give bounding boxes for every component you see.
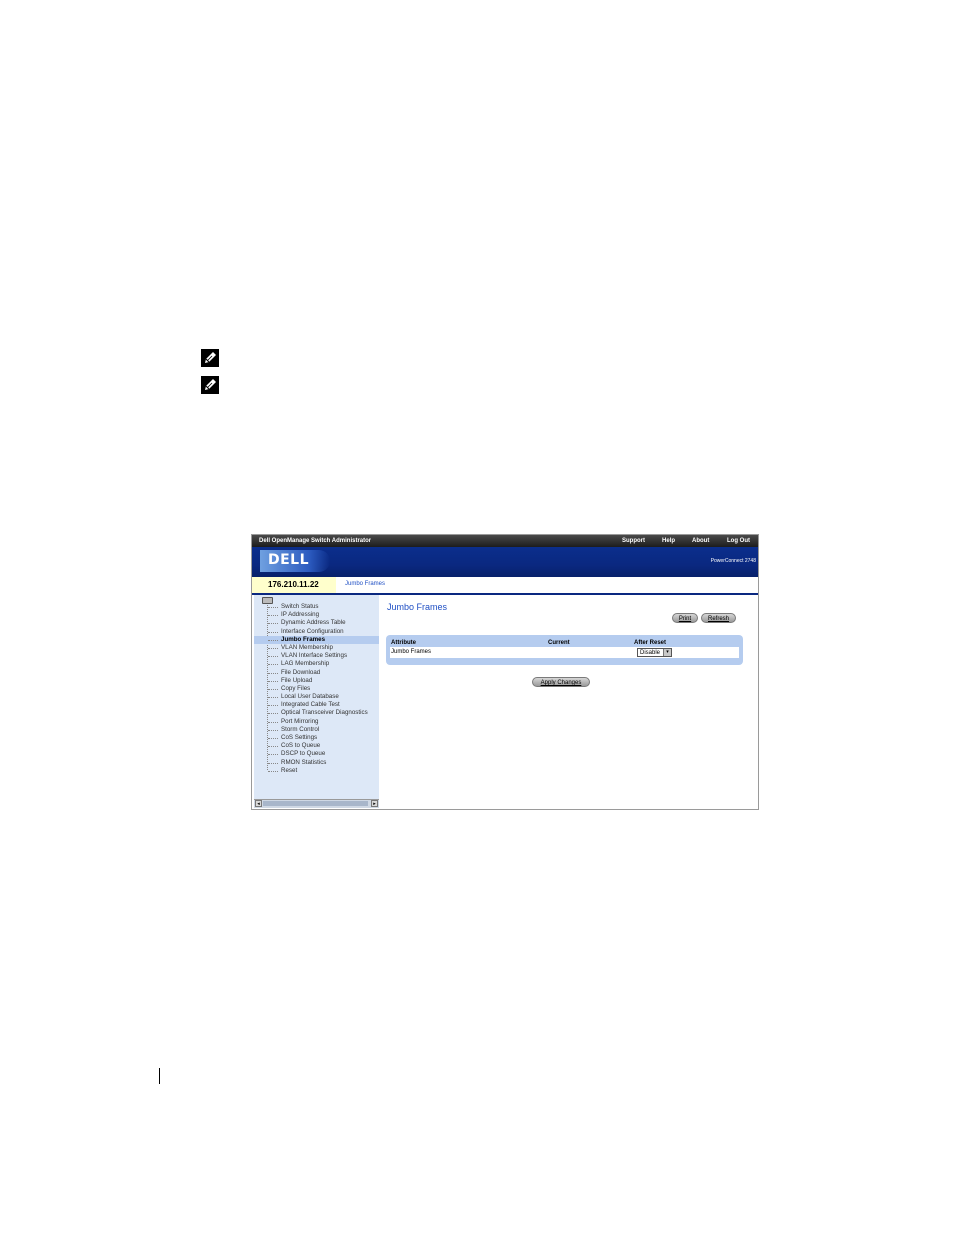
tree-scrollbar[interactable]: ◂ ▸ [254,799,379,808]
note-pencil-icon [201,349,219,367]
scroll-left-arrow-icon[interactable]: ◂ [255,800,262,807]
brand-banner: DELL PowerConnect 2748 [252,547,758,577]
tree-item-vlan-membership[interactable]: VLAN Membership [254,644,379,652]
tree-item-storm-control[interactable]: Storm Control [254,726,379,734]
dropdown-arrow-icon[interactable]: ▾ [663,649,671,656]
tree-item-dscp-to-queue[interactable]: DSCP to Queue [254,750,379,758]
tree-item-dynamic-address-table[interactable]: Dynamic Address Table [254,619,379,627]
device-ip: 176.210.11.22 [252,577,336,593]
tree-item-local-user-database[interactable]: Local User Database [254,693,379,701]
help-link[interactable]: Help [662,535,675,547]
top-bar: Dell OpenManage Switch Administrator Sup… [252,535,758,547]
breadcrumb[interactable]: Jumbo Frames [345,577,385,592]
tree-item-cos-to-queue[interactable]: CoS to Queue [254,742,379,750]
after-reset-value: Disable [640,650,661,656]
logout-link[interactable]: Log Out [727,535,750,547]
dell-logo-text: DELL [268,552,310,568]
tree-item-optical-transceiver-diagnostics[interactable]: Optical Transceiver Diagnostics [254,709,379,717]
cell-attribute: Jumbo Frames [391,649,432,655]
scrollbar-track[interactable] [263,801,368,806]
navigation-tree: Switch Status IP Addressing Dynamic Addr… [254,595,379,808]
header-attribute: Attribute [391,640,416,646]
switch-admin-screenshot: Dell OpenManage Switch Administrator Sup… [251,534,759,810]
tree-item-port-mirroring[interactable]: Port Mirroring [254,718,379,726]
print-button[interactable]: Print [672,613,698,623]
model-name: PowerConnect 2748 [710,558,756,564]
jumbo-frames-table: Attribute Current After Reset Jumbo Fram… [386,635,743,665]
tree-item-interface-configuration[interactable]: Interface Configuration [254,628,379,636]
app-title: Dell OpenManage Switch Administrator [259,538,372,544]
content-area: Jumbo Frames Print Refresh Attribute Cur… [380,595,758,809]
page-margin-rule [159,1068,160,1084]
header-after-reset: After Reset [634,640,667,646]
tree-item-lag-membership[interactable]: LAG Membership [254,660,379,668]
tree-item-ip-addressing[interactable]: IP Addressing [254,611,379,619]
scroll-right-arrow-icon[interactable]: ▸ [371,800,378,807]
tree-item-file-upload[interactable]: File Upload [254,677,379,685]
address-bar: 176.210.11.22 Jumbo Frames [252,577,758,595]
after-reset-select[interactable]: Disable ▾ [637,648,672,657]
support-link[interactable]: Support [622,535,645,547]
header-current: Current [548,640,570,646]
tree-item-cos-settings[interactable]: CoS Settings [254,734,379,742]
tree-item-file-download[interactable]: File Download [254,669,379,677]
tree-item-jumbo-frames[interactable]: Jumbo Frames [254,635,379,644]
tree-item-vlan-interface-settings[interactable]: VLAN Interface Settings [254,652,379,660]
page-title: Jumbo Frames [387,602,448,612]
tree-item-switch-status[interactable]: Switch Status [254,603,379,611]
table-row: Jumbo Frames Disable ▾ [390,647,739,658]
tree-item-reset[interactable]: Reset [254,767,379,775]
tree-item-copy-files[interactable]: Copy Files [254,685,379,693]
about-link[interactable]: About [692,535,709,547]
tree-item-integrated-cable-test[interactable]: Integrated Cable Test [254,701,379,709]
table-header: Attribute Current After Reset [390,639,739,647]
apply-changes-button[interactable]: Apply Changes [532,677,590,687]
refresh-button[interactable]: Refresh [701,613,736,623]
tree-item-rmon-statistics[interactable]: RMON Statistics [254,759,379,767]
note-pencil-icon [201,376,219,394]
